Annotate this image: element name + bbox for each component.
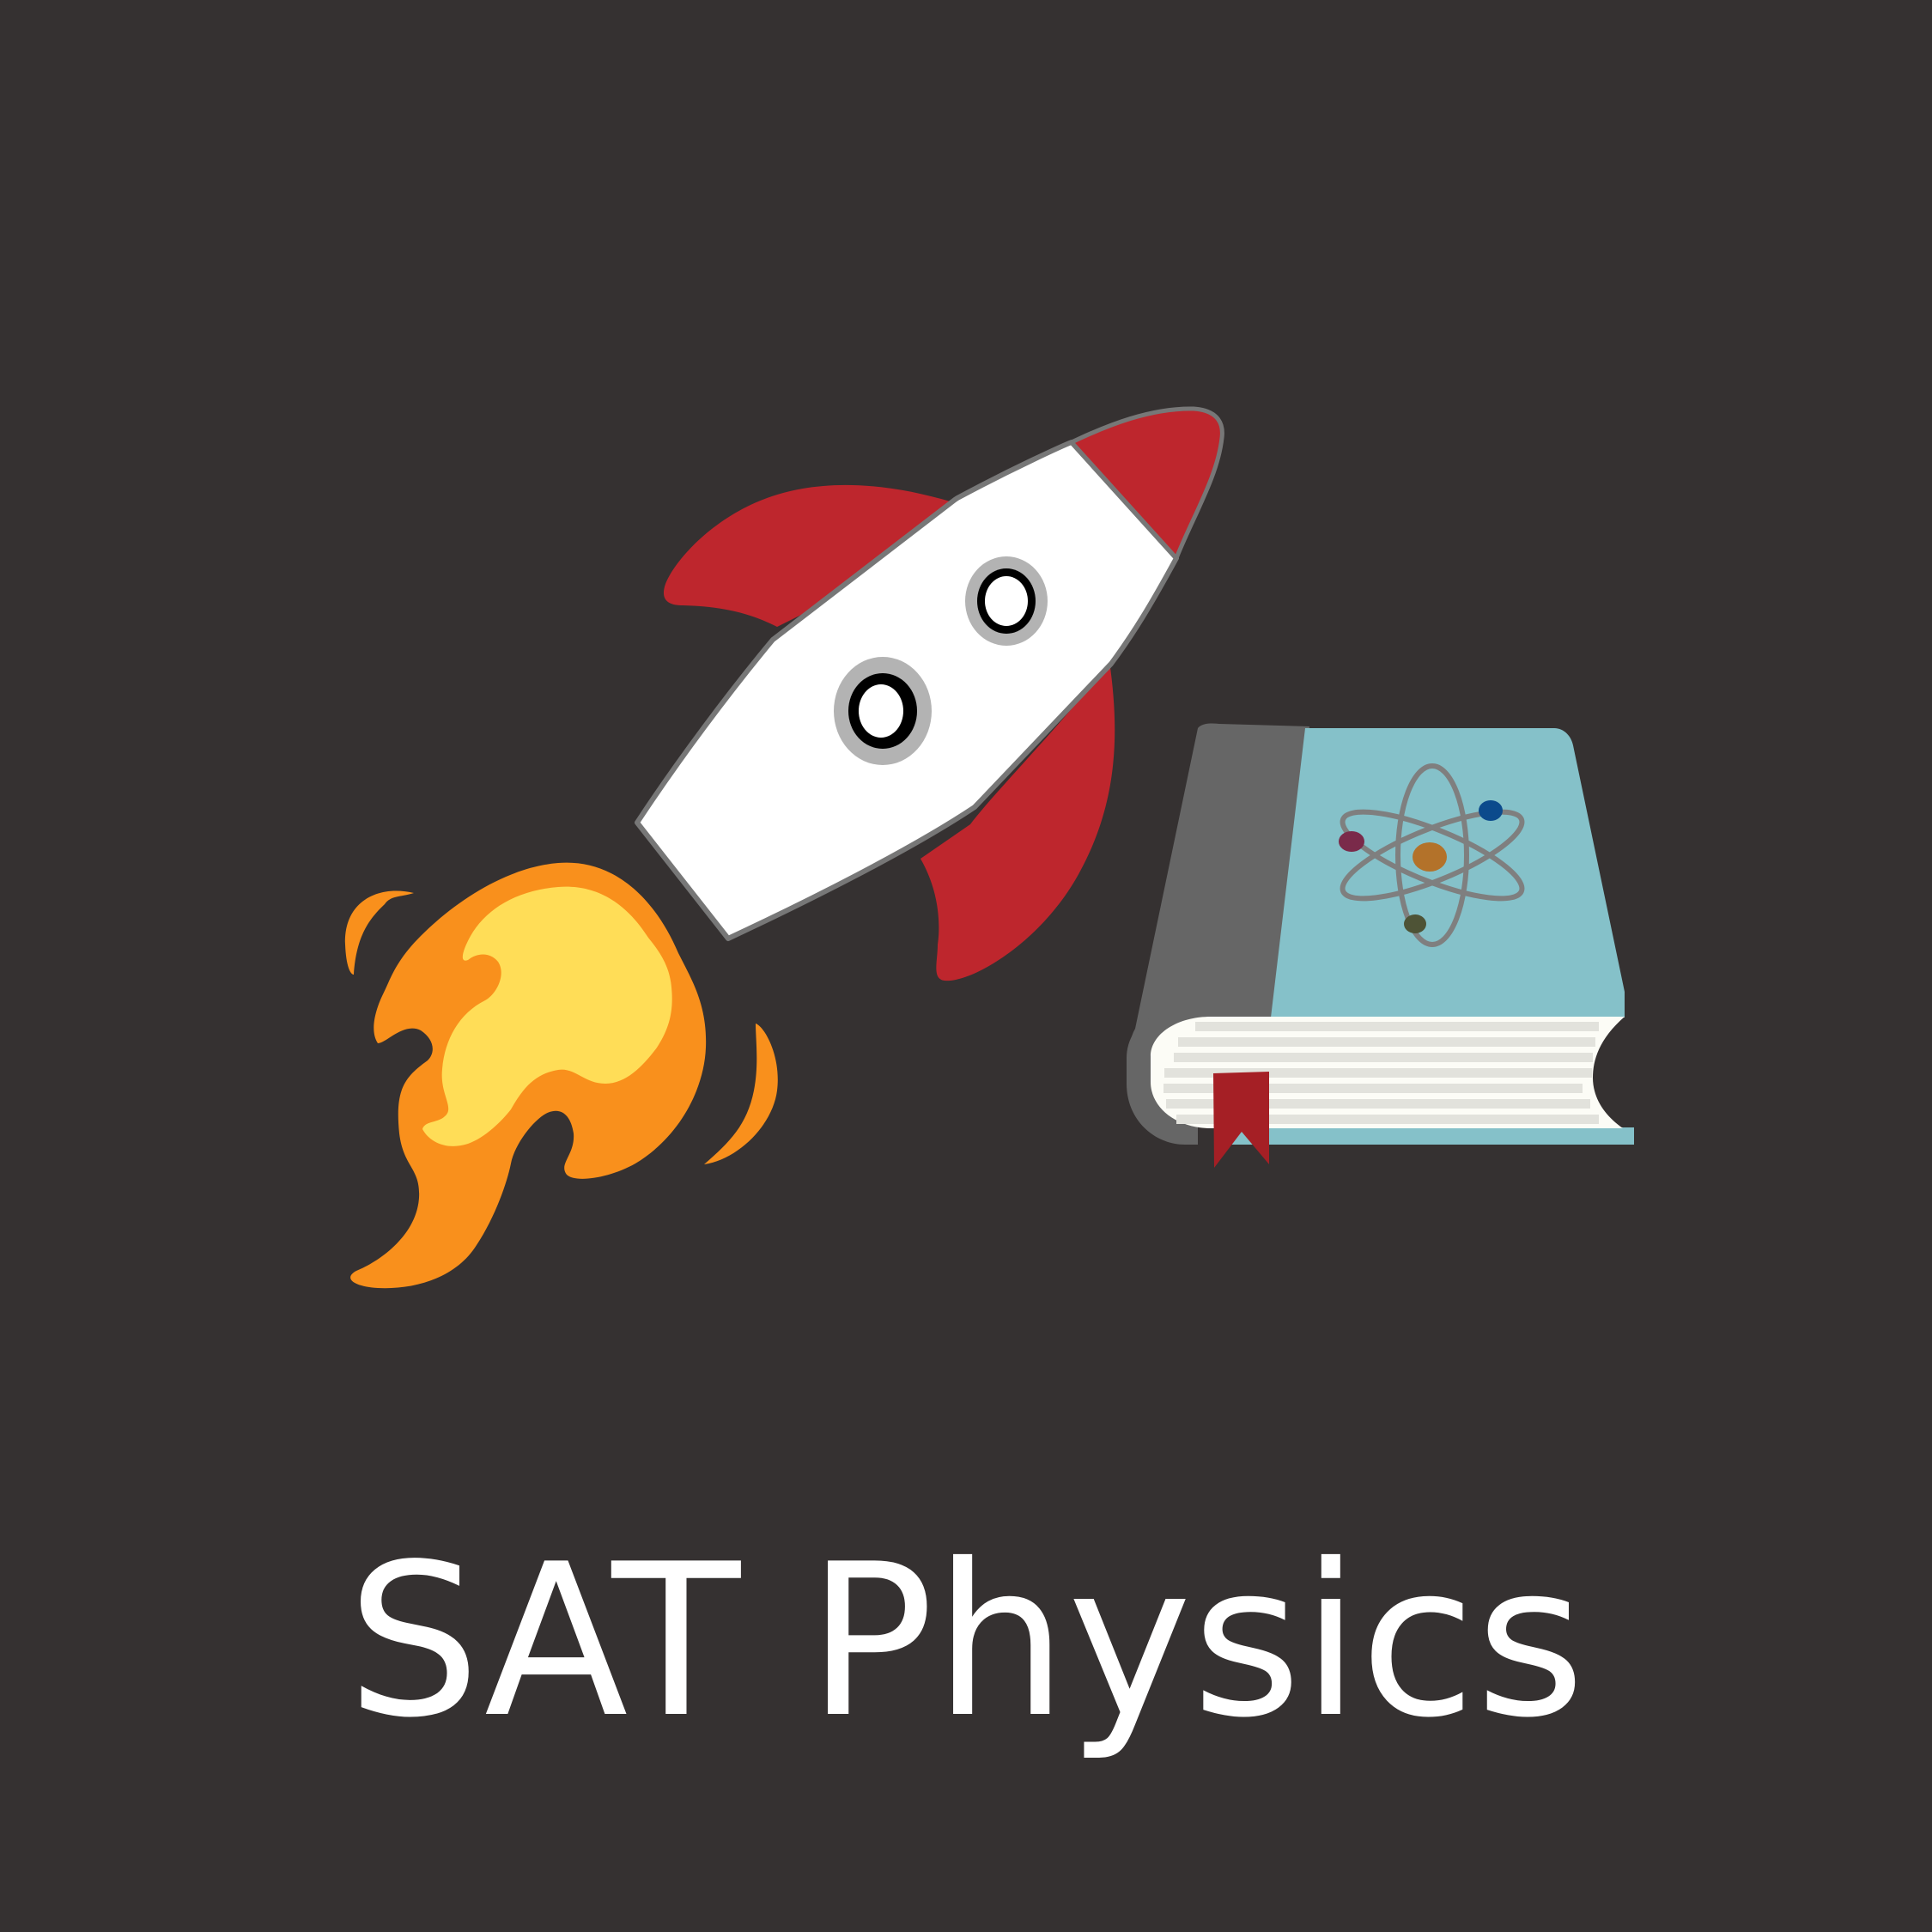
atom-nucleus	[1413, 842, 1447, 872]
rocket-window-lower	[834, 657, 932, 765]
flame-icon	[344, 862, 778, 1289]
flame-flick-right	[704, 1024, 778, 1164]
rocket-icon	[635, 406, 1224, 981]
book-bottom-edge	[1228, 1127, 1634, 1145]
physics-book-icon	[1127, 723, 1634, 1168]
electron-purple	[1339, 831, 1364, 852]
rocket-window-upper	[965, 556, 1048, 646]
electron-olive	[1404, 914, 1426, 933]
cover-artwork: SAT Physics	[0, 0, 1932, 1932]
electron-blue	[1479, 800, 1503, 821]
page-title: SAT Physics	[346, 1519, 1586, 1764]
bookmark-icon	[1213, 1072, 1269, 1168]
